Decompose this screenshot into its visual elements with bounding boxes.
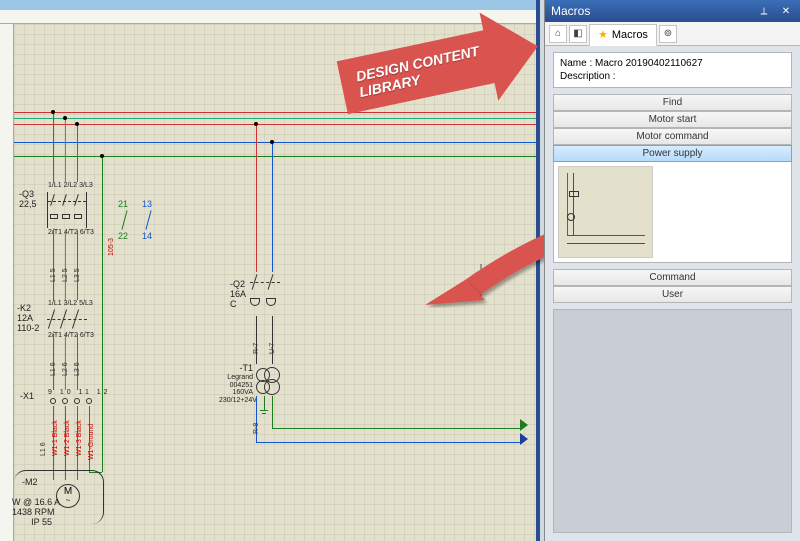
- wire: [65, 118, 66, 182]
- bus-pe: [14, 156, 536, 157]
- panel-tabstrip: ⌂ ◧ ★ Macros ⊚: [545, 22, 800, 46]
- t1-label: -T1 Legrand 004251 160VA 230/12+24V: [219, 364, 253, 405]
- k2-term-bot: 2/T1 4/T2 6/T3: [48, 332, 94, 340]
- q3-label: -Q3 22,5: [19, 190, 37, 210]
- x1-terminals[interactable]: [50, 398, 92, 404]
- wire: [272, 316, 273, 364]
- node: [254, 122, 258, 126]
- section-user[interactable]: User: [553, 286, 792, 303]
- node: [75, 122, 79, 126]
- tab-settings-icon[interactable]: ⊚: [659, 25, 677, 43]
- wiretag: R-8: [253, 423, 260, 434]
- motor-tilde: ~: [66, 496, 71, 505]
- cable-tag: L1 6: [40, 442, 47, 456]
- aux-contact-nc: [121, 210, 127, 230]
- q2-label: -Q2 16A C: [230, 280, 246, 310]
- wiretag: L1 6: [50, 362, 57, 376]
- q2-symbol[interactable]: [250, 274, 280, 316]
- wire: [53, 230, 54, 300]
- wiretag: L1 5: [50, 268, 57, 282]
- pin-icon[interactable]: ⟂: [756, 4, 772, 18]
- pe-drop: [102, 156, 103, 472]
- cable-core: W1-Ground: [88, 424, 95, 460]
- gnd-bar: [262, 413, 266, 414]
- node: [270, 140, 274, 144]
- wiretag: L2 5: [62, 268, 69, 282]
- wiretag: L2 6: [62, 362, 69, 376]
- wiretag: U-7: [269, 343, 276, 354]
- wire: [65, 230, 66, 300]
- motor-ref: -M2: [22, 478, 38, 488]
- crosshair-cursor-icon: [464, 264, 498, 298]
- macro-info: Name : Macro 20190402110627 Description …: [553, 52, 792, 88]
- wire: [272, 428, 522, 429]
- wire: [53, 112, 54, 182]
- aux-22: 22: [118, 232, 128, 242]
- section-power-supply-body: [553, 162, 792, 263]
- tab-home-icon[interactable]: ⌂: [549, 25, 567, 43]
- section-power-supply[interactable]: Power supply: [553, 145, 792, 162]
- q3-term-top: 1/L1 2/L2 3/L3: [48, 182, 93, 190]
- star-icon: ★: [598, 28, 608, 41]
- wire: [264, 396, 265, 410]
- wiretag: L3 6: [74, 362, 81, 376]
- aux-contact-no: [145, 210, 151, 230]
- arrow-out-icon: [520, 419, 528, 431]
- wire: [77, 124, 78, 182]
- wire: [77, 230, 78, 300]
- wire: [256, 442, 522, 443]
- arrow-out-icon: [520, 433, 528, 445]
- ruler-vertical: [0, 24, 14, 541]
- gnd-bar: [260, 410, 268, 411]
- ruler-horizontal: [0, 10, 536, 24]
- bus-l2: [14, 118, 536, 119]
- q3-symbol[interactable]: [47, 192, 87, 228]
- tab-macros[interactable]: ★ Macros: [589, 24, 657, 46]
- wire: [272, 396, 273, 428]
- node: [100, 154, 104, 158]
- macros-panel: Macros ⟂ ✕ ⌂ ◧ ★ Macros ⊚ Name : Macro 2…: [544, 0, 800, 541]
- x1-ref: -X1: [20, 392, 34, 402]
- k2-symbol[interactable]: [47, 309, 87, 331]
- close-icon[interactable]: ✕: [778, 4, 794, 18]
- k2-term-top: 1/L1 3/L2 5/L3: [48, 300, 93, 308]
- k2-label: -K2 12A 110-2: [17, 304, 39, 334]
- node: [63, 116, 67, 120]
- cable-core: W1-2 Black: [64, 420, 71, 456]
- bus-n: [14, 142, 536, 143]
- cable-core: W1-1 Black: [52, 420, 59, 456]
- aux-xref: 105-3: [108, 238, 115, 256]
- wire: [256, 396, 257, 442]
- wiretag: R-7: [253, 343, 260, 354]
- q3-term-bot: 2/T1 4/T2 6/T3: [48, 229, 94, 237]
- tab-label: Macros: [612, 29, 648, 41]
- schematic-canvas[interactable]: -Q3 22,5 1/L1 2/L2 3/L3 2/T1 4/T2 6/T3 2…: [14, 24, 536, 541]
- wiretag: L3 5: [74, 268, 81, 282]
- aux-13: 13: [142, 200, 152, 210]
- panel-titlebar[interactable]: Macros ⟂ ✕: [545, 0, 800, 22]
- wire: [256, 316, 257, 364]
- bus-l1: [14, 112, 536, 113]
- section-motor-command[interactable]: Motor command: [553, 128, 792, 145]
- aux-14: 14: [142, 232, 152, 242]
- schematic-workspace[interactable]: -Q3 22,5 1/L1 2/L2 3/L3 2/T1 4/T2 6/T3 2…: [0, 0, 540, 541]
- bus-l3: [14, 124, 536, 125]
- wire: [256, 124, 257, 272]
- panel-title: Macros: [551, 4, 590, 18]
- section-command[interactable]: Command: [553, 269, 792, 286]
- section-motor-start[interactable]: Motor start: [553, 111, 792, 128]
- macro-thumbnail[interactable]: [558, 166, 653, 258]
- node: [51, 110, 55, 114]
- motor-specs: W @ 16.6 A 1438 RPM IP 55: [12, 498, 52, 528]
- panel-empty-area: [553, 309, 792, 533]
- macro-accordion: Find Motor start Motor command Power sup…: [553, 94, 792, 303]
- cable-core: W1-3 Black: [76, 420, 83, 456]
- wire: [272, 142, 273, 272]
- aux-21: 21: [118, 200, 128, 210]
- section-find[interactable]: Find: [553, 94, 792, 111]
- t1-symbol-sec: [256, 380, 270, 394]
- tab-book-icon[interactable]: ◧: [569, 25, 587, 43]
